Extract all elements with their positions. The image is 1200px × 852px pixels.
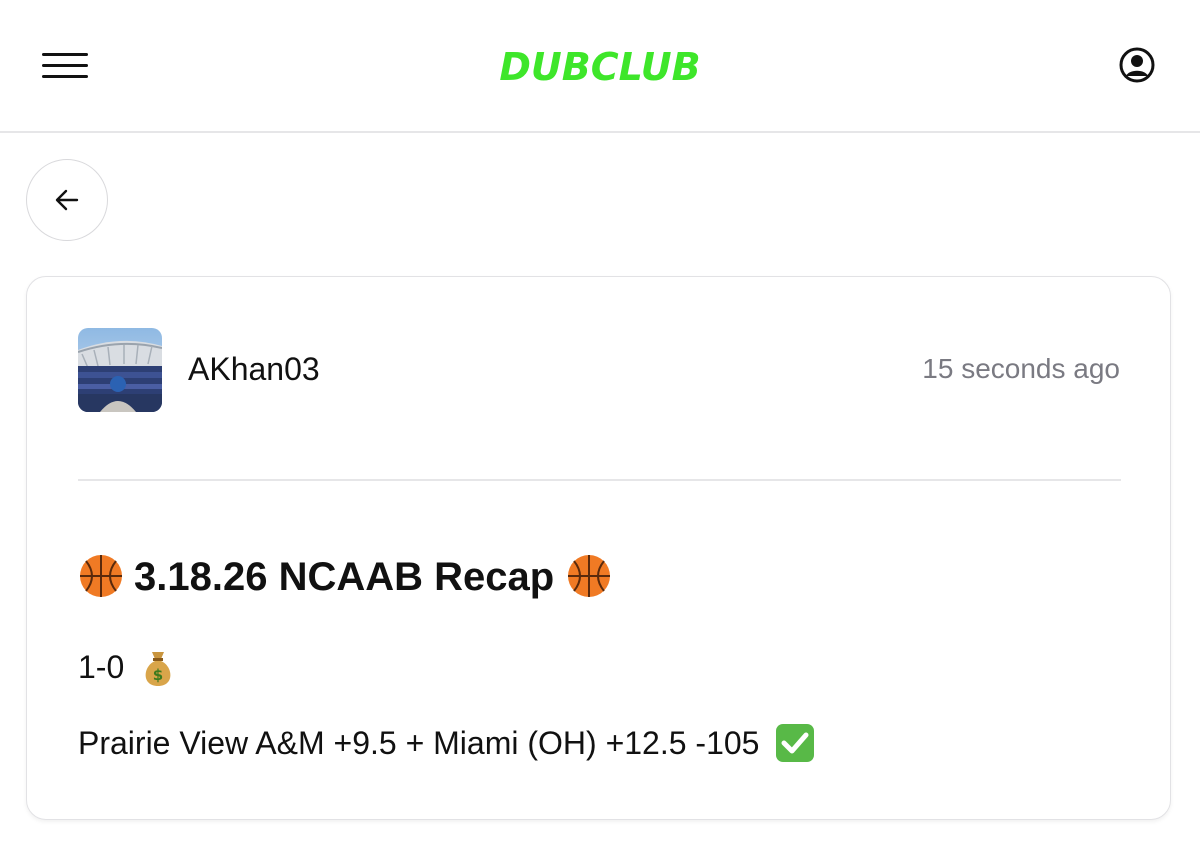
post-title: 3.18.26 NCAAB Recap <box>78 555 612 600</box>
money-bag-icon: $ <box>145 651 171 686</box>
record-text: 1-0 <box>78 649 125 685</box>
top-nav-bar: DUBCLUB <box>0 0 1200 133</box>
avatar[interactable] <box>78 328 162 412</box>
logo-text: DUBCLUB <box>499 45 700 89</box>
user-circle-icon[interactable] <box>1112 40 1162 90</box>
post-card: AKhan03 15 seconds ago 3.18.26 NCAAB Rec… <box>26 276 1171 820</box>
pick-line: Prairie View A&M +9.5 + Miami (OH) +12.5… <box>78 723 816 764</box>
svg-text:$: $ <box>153 666 163 684</box>
basketball-icon <box>80 555 122 598</box>
hamburger-menu-icon[interactable] <box>36 40 94 90</box>
check-mark-button-icon <box>776 723 815 762</box>
back-button[interactable] <box>26 159 108 241</box>
arrow-left-icon <box>55 189 79 211</box>
dubclub-logo[interactable]: DUBCLUB <box>480 38 720 94</box>
post-title-text: 3.18.26 NCAAB Recap <box>134 555 555 599</box>
post-author[interactable]: AKhan03 <box>188 351 320 388</box>
pick-text: Prairie View A&M +9.5 + Miami (OH) +12.5… <box>78 725 760 761</box>
basketball-icon <box>568 555 611 598</box>
divider <box>78 479 1121 481</box>
record-line: 1-0 $ <box>78 649 177 688</box>
dubclub-logo-mark: DUBCLUB <box>499 45 700 89</box>
post-timestamp: 15 seconds ago <box>922 353 1120 384</box>
